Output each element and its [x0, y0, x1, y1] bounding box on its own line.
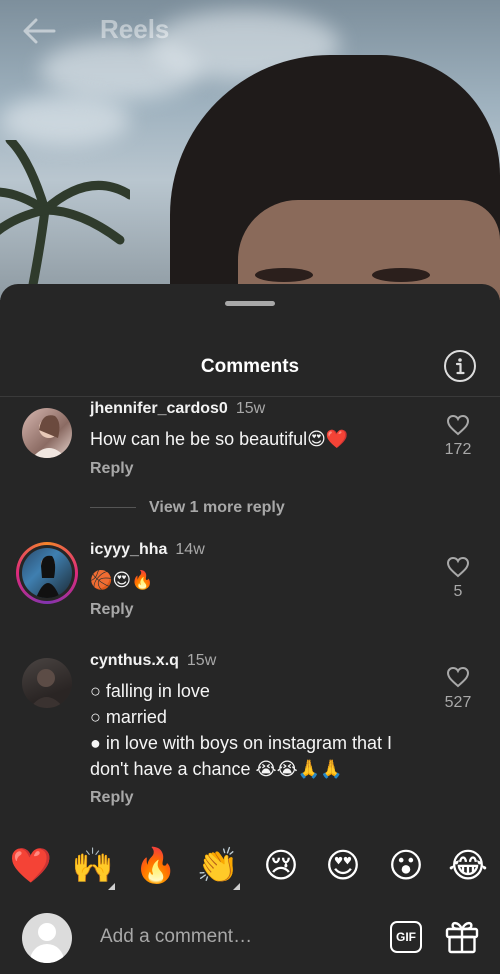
emoji-heart-eyes[interactable]: 😍	[321, 844, 365, 888]
emoji-laugh-cry[interactable]: 😂	[446, 844, 490, 888]
emoji-raised-hands[interactable]: 🙌	[71, 844, 115, 890]
heart-icon[interactable]	[446, 414, 470, 436]
avatar	[22, 548, 72, 598]
emoji-surprised[interactable]: 😮	[384, 844, 428, 888]
comment-line: ● in love with boys on instagram that I …	[90, 733, 393, 779]
emoji-heart[interactable]: ❤️	[9, 844, 53, 888]
header-divider	[0, 396, 500, 397]
drag-handle[interactable]	[225, 301, 275, 306]
comment-line: ○ falling in love	[90, 681, 210, 701]
comment-text: 🏀😍🔥	[90, 570, 154, 590]
sheet-title: Comments	[200, 356, 300, 377]
emoji-quick-bar: ❤️ 🙌 🔥 👏 😢 😍 😮 😂	[0, 844, 500, 890]
reply-button[interactable]: Reply	[90, 460, 134, 478]
comment-username[interactable]: cynthus.x.q 15w	[90, 652, 216, 670]
avatar[interactable]	[22, 408, 72, 458]
comment-time: 15w	[186, 652, 217, 669]
gif-button[interactable]: GIF	[390, 921, 422, 953]
comment-username[interactable]: icyyy_hha 14w	[90, 541, 205, 559]
current-user-avatar	[22, 913, 72, 963]
gift-icon[interactable]	[445, 918, 479, 954]
like-count: 172	[444, 441, 472, 458]
reply-button[interactable]: Reply	[90, 601, 134, 619]
comment-username[interactable]: jhennifer_cardos0 15w	[90, 400, 265, 418]
comment-input[interactable]	[100, 926, 370, 948]
emoji-clap[interactable]: 👏	[196, 844, 240, 890]
comment-text: How can he be so beautiful😍❤️	[90, 429, 349, 449]
comment-time: 14w	[175, 541, 205, 558]
heart-icon[interactable]	[446, 666, 470, 688]
palm-tree	[0, 140, 130, 300]
top-bar: Reels	[0, 0, 500, 60]
like-count: 5	[453, 583, 463, 600]
comment-input-bar: GIF	[0, 905, 500, 974]
comment-line: ○ married	[90, 707, 167, 727]
eye-right	[372, 268, 430, 282]
like-count: 527	[444, 694, 472, 711]
reply-button[interactable]: Reply	[90, 789, 134, 807]
arrow-left-icon[interactable]	[22, 18, 56, 44]
avatar-story-ring[interactable]	[16, 542, 78, 604]
emoji-sad[interactable]: 😢	[259, 844, 303, 888]
info-button[interactable]	[444, 350, 476, 382]
comment-text: ○ falling in love ○ married ● in love wi…	[90, 678, 430, 782]
comment-time: 15w	[235, 400, 266, 417]
view-more-line	[90, 507, 136, 508]
emoji-fire[interactable]: 🔥	[134, 844, 178, 888]
heart-icon[interactable]	[446, 556, 470, 578]
view-more-replies[interactable]: View 1 more reply	[149, 499, 285, 517]
page-title: Reels	[100, 14, 170, 44]
avatar[interactable]	[22, 658, 72, 708]
eye-left	[255, 268, 313, 282]
info-icon	[455, 358, 465, 375]
